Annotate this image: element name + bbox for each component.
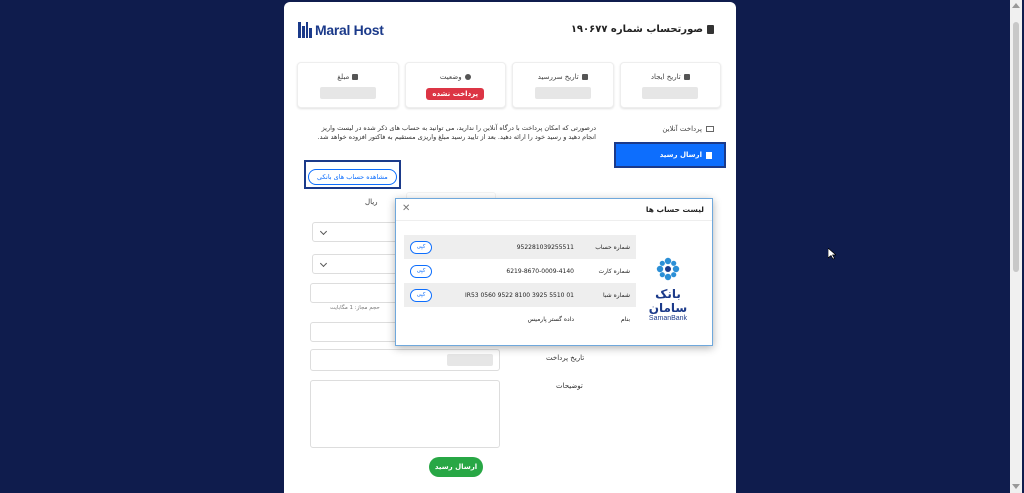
view-bank-accounts-button[interactable]: مشاهده حساب های بانکی [308,169,397,185]
iban-value: IR53 0560 9522 8100 3925 5510 01 [465,291,574,299]
sidebar-item-label: ارسال رسید [659,151,702,159]
brand-name: Maral Host [315,22,384,38]
payment-sidebar: پرداخت آنلاین ارسال رسید [614,118,726,168]
accounts-table: کپی 952281039255511 شماره حساب کپی 6219-… [404,235,636,331]
bank-accounts-modal: لیست حساب ها ✕ کپی 952281039255511 شماره… [395,198,713,346]
table-row: کپی IR53 0560 9522 8100 3925 5510 01 شما… [404,283,636,307]
saman-bank-logo: بانک سامان SamanBank [636,255,700,322]
sidebar-item-send-receipt[interactable]: ارسال رسید [614,142,726,168]
bank-accounts-button-highlight: مشاهده حساب های بانکی [304,160,401,189]
iban-key: شماره شبا [603,291,630,299]
scroll-up-icon[interactable] [1012,3,1020,8]
modal-title: لیست حساب ها [645,205,704,214]
card-amount-label: مبلغ [337,73,350,81]
table-row: کپی 6219-8670-0009-4140 شماره کارت [404,259,636,283]
chevron-down-icon [319,227,328,236]
scroll-thumb[interactable] [1013,22,1019,272]
page-scrollbar[interactable] [1010,0,1022,493]
bank-name-fa: بانک سامان [648,287,688,315]
sidebar-item-online-payment[interactable]: پرداخت آنلاین [614,118,726,140]
table-row: داده گستر پارمیس بنام [404,307,636,331]
copy-iban-button[interactable]: کپی [410,288,432,302]
account-holder-value: داده گستر پارمیس [527,315,574,323]
account-holder-key: بنام [620,315,630,323]
description-label: توضیحات [556,382,583,390]
credit-card-icon [706,126,714,132]
status-badge: پرداخت نشده [426,88,485,100]
description-textarea[interactable] [310,380,500,448]
document-icon [707,25,714,34]
currency-label: ریال [365,198,378,206]
summary-cards: مبلغ وضعیت پرداخت نشده تاریخ سررسید تاری… [297,62,721,108]
created-date-value [642,87,699,99]
bank-name-en: SamanBank [648,315,688,322]
card-due-date: تاریخ سررسید [512,62,614,108]
card-number-key: شماره کارت [598,267,630,275]
card-created-date-label: تاریخ ایجاد [650,73,681,81]
card-status-label: وضعیت [439,73,462,81]
document-icon [706,151,712,159]
card-amount: مبلغ [297,62,399,108]
calendar-icon [581,74,588,80]
submit-receipt-button[interactable]: ارسال رسید [429,457,483,477]
payment-date-input[interactable] [310,349,500,371]
logo-icon [298,22,312,38]
card-created-date: تاریخ ایجاد [619,62,721,108]
table-row: کپی 952281039255511 شماره حساب [404,235,636,259]
chevron-down-icon [319,259,328,268]
saman-flower-icon [656,257,680,281]
modal-header: لیست حساب ها ✕ [396,199,712,221]
card-due-date-label: تاریخ سررسید [537,73,579,81]
due-date-value [534,87,591,99]
card-status: وضعیت پرداخت نشده [404,62,506,108]
sidebar-item-label: پرداخت آنلاین [662,125,702,133]
mouse-cursor-icon [828,248,836,260]
info-icon [464,74,471,80]
copy-card-number-button[interactable]: کپی [410,264,432,278]
account-number-value: 952281039255511 [516,243,574,251]
close-icon[interactable]: ✕ [402,203,410,214]
card-number-value: 6219-8670-0009-4140 [506,267,574,275]
offline-payment-notice: درصورتی که امکان پرداخت با درگاه آنلاین … [317,124,596,142]
amount-value [319,87,376,99]
money-icon [352,74,359,80]
invoice-title: صورتحساب شماره ۱۹۰۶۷۷ [571,24,714,35]
account-number-key: شماره حساب [595,243,630,251]
copy-account-number-button[interactable]: کپی [410,240,432,254]
invoice-title-text: صورتحساب شماره ۱۹۰۶۷۷ [570,24,703,35]
payment-date-value [447,354,493,366]
scroll-down-icon[interactable] [1012,484,1020,489]
brand-logo[interactable]: Maral Host [298,22,384,38]
file-size-hint: حجم مجاز: 1 مگابایت [330,305,380,311]
payment-date-label: تاریخ پرداخت [546,354,585,362]
calendar-icon [683,74,690,80]
